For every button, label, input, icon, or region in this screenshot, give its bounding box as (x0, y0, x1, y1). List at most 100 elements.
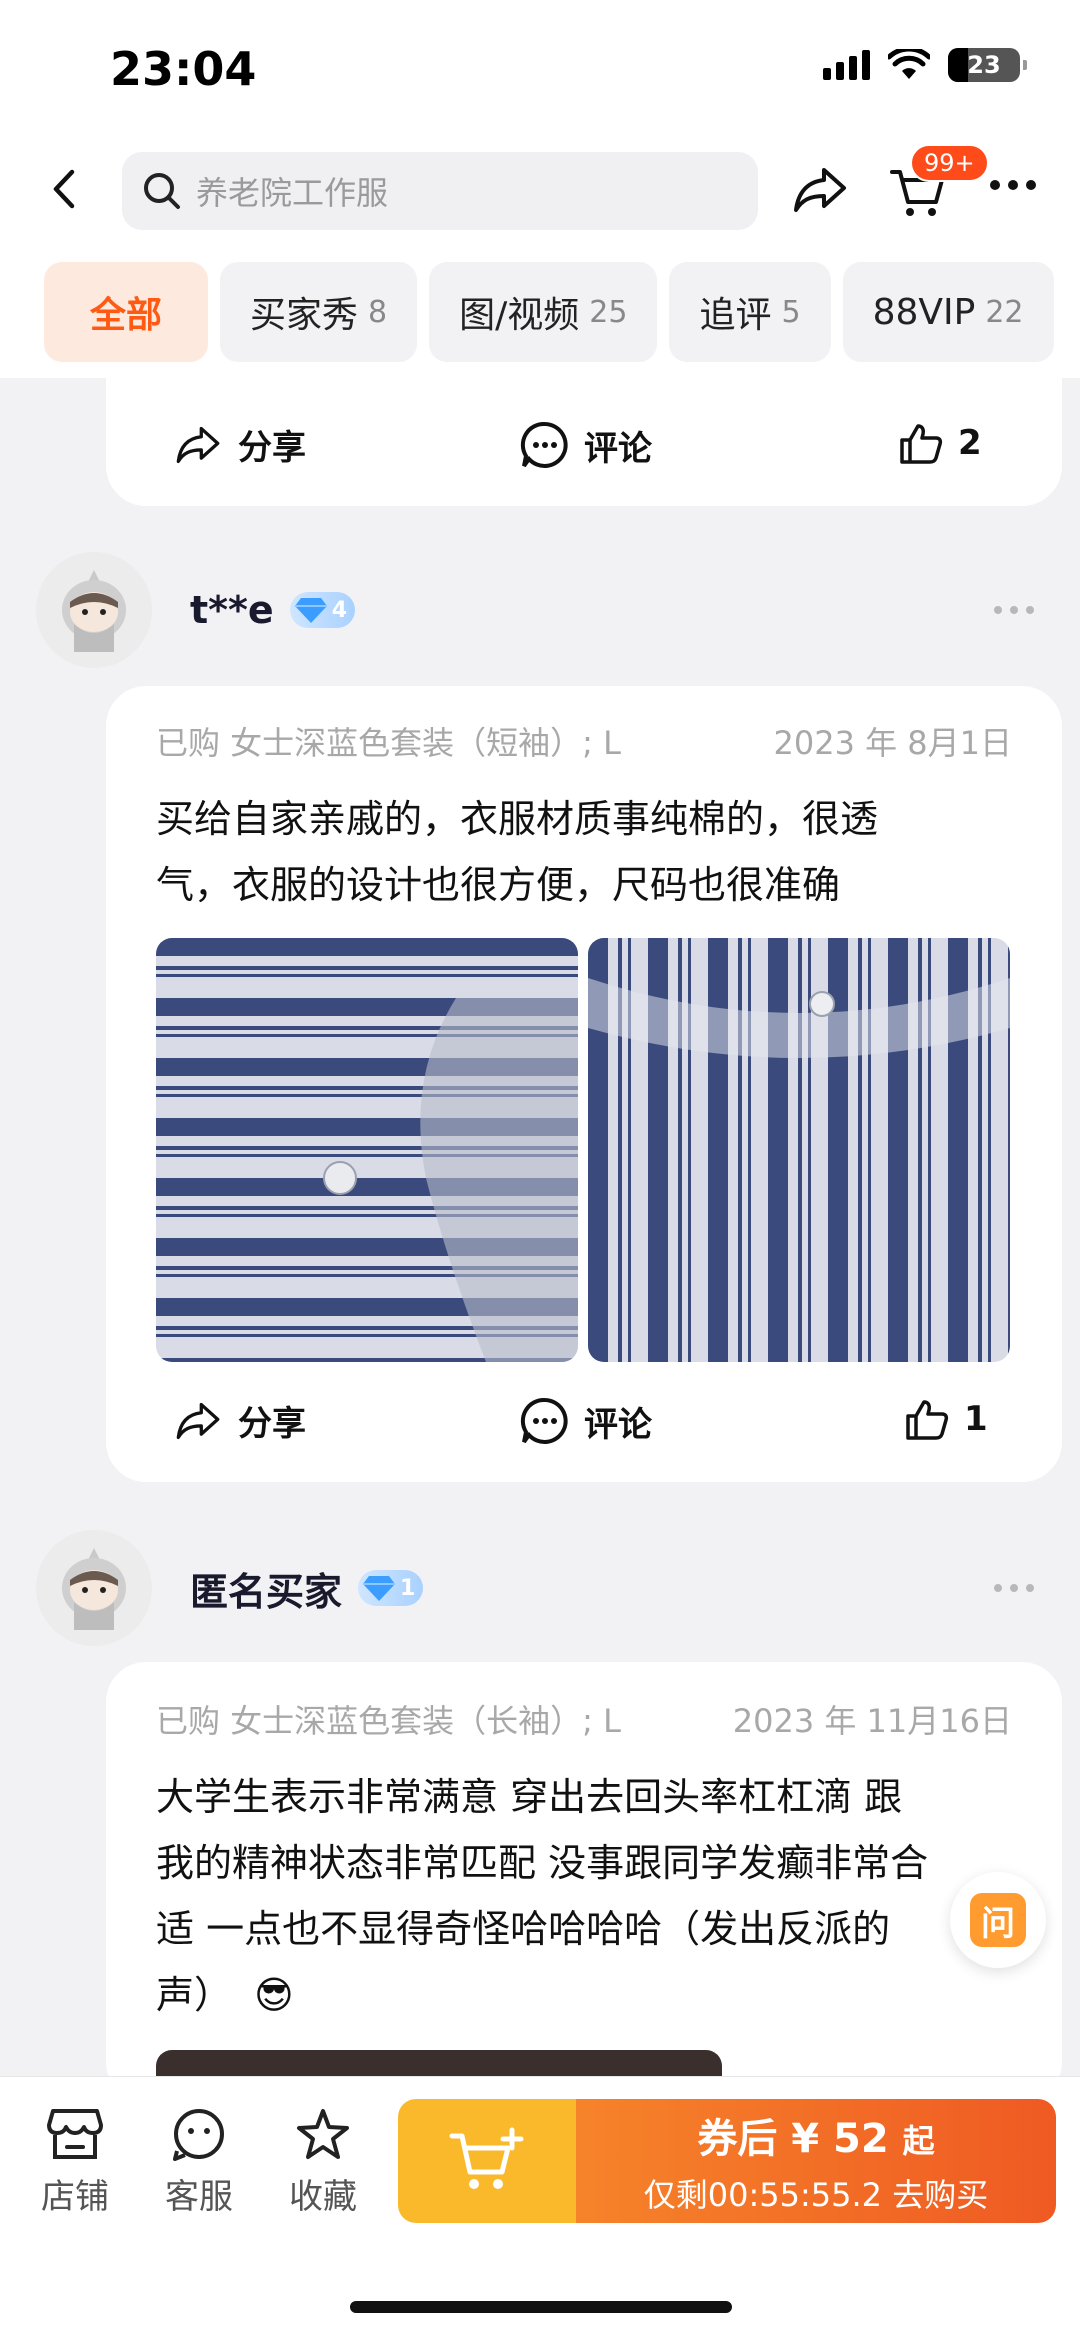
favorite-label: 收藏 (289, 2177, 357, 2217)
status-icons: 23 (823, 48, 1027, 82)
diamond-icon (363, 1576, 396, 1601)
share-button[interactable]: 分享 (172, 1396, 306, 1445)
review-text-line: 声） 😎 (156, 1962, 1012, 2028)
battery-icon: 23 (948, 48, 1027, 82)
review-card: 已购 女士深蓝色套装（短袖）; L 2023 年 8月1日 买给自家亲戚的，衣服… (106, 686, 1062, 1482)
cart-badge: 99+ (910, 144, 989, 182)
share-label: 分享 (238, 428, 306, 468)
comment-label: 评论 (584, 1404, 652, 1445)
search-input[interactable]: 养老院工作服 (122, 152, 758, 230)
star-icon (297, 2109, 349, 2159)
avatar-icon (62, 570, 126, 652)
diamond-icon (294, 598, 327, 623)
thumbs-up-icon (900, 424, 943, 464)
comment-label: 评论 (584, 428, 652, 469)
username[interactable]: t**e (190, 588, 274, 632)
review-text-line: 买给自家亲戚的，衣服材质事纯棉的，很透 (156, 797, 879, 841)
tab-label: 88VIP (872, 291, 976, 333)
back-arrow-icon[interactable] (40, 164, 90, 214)
share-icon (176, 426, 220, 463)
more-icon[interactable] (990, 180, 1036, 190)
share-button[interactable]: 分享 (172, 420, 306, 469)
share-icon[interactable] (790, 162, 850, 218)
store-label: 店铺 (41, 2177, 109, 2217)
price-suffix: 起 (902, 2122, 935, 2160)
tab-count: 8 (368, 294, 388, 330)
review-card: 已购 女士深蓝色套装（长袖）; L 2023 年 11月16日 大学生表示非常满… (106, 1662, 1062, 2110)
like-button[interactable]: 1 (904, 1396, 988, 1442)
service-label: 客服 (165, 2177, 233, 2217)
review-user: t**e 4 (36, 552, 355, 668)
purchased-sku: 已购 女士深蓝色套装（长袖）; L (156, 1702, 621, 1740)
tab-label: 买家秀 (250, 295, 359, 336)
thumbs-up-icon (906, 1400, 949, 1440)
purchased-sku: 已购 女士深蓝色套装（短袖）; L (156, 724, 621, 762)
vip-badge: 1 (358, 1570, 424, 1606)
add-to-cart-button[interactable] (398, 2099, 576, 2223)
more-options-icon[interactable] (994, 1584, 1034, 1592)
tab-media[interactable]: 图/视频 25 (429, 262, 658, 362)
buy-now-button[interactable]: 券后 ¥ 52 起 仅剩00:55:55.2 去购买 (398, 2099, 1056, 2223)
ask-label: 问 (981, 1903, 1015, 1944)
signal-icon (823, 50, 870, 80)
review-text-fragment: 声） (156, 1973, 233, 2017)
sunglasses-emoji: 😎 (254, 1973, 294, 2017)
review-photo[interactable] (588, 938, 1010, 1362)
share-icon (176, 1402, 220, 1439)
buy-price-area[interactable]: 券后 ¥ 52 起 仅剩00:55:55.2 去购买 (576, 2099, 1056, 2223)
review-date: 2023 年 8月1日 (773, 724, 1012, 762)
header: 23:04 23 养老院工作服 99+ 全部 买家秀 8 图/视频 25 追评 … (0, 0, 1080, 378)
search-icon (144, 173, 180, 209)
filter-tabs: 全部 买家秀 8 图/视频 25 追评 5 88VIP 22 (44, 262, 1054, 362)
review-card: 分享 评论 2 (106, 370, 1062, 506)
countdown-text: 仅剩00:55:55.2 去购买 (643, 2176, 989, 2214)
review-date: 2023 年 11月16日 (732, 1702, 1012, 1740)
search-bar: 养老院工作服 99+ (0, 144, 1080, 230)
comment-button[interactable]: 评论 (520, 420, 652, 470)
review-text-line: 气，衣服的设计也很方便，尺码也很准确 (156, 863, 841, 907)
home-indicator (350, 2301, 732, 2313)
store-icon (47, 2109, 103, 2159)
customer-service-button[interactable]: 客服 (154, 2107, 244, 2218)
price-text: 券后 ¥ 52 (697, 2116, 889, 2162)
battery-level: 23 (967, 51, 1001, 79)
tab-label: 全部 (90, 295, 163, 336)
vip-level: 4 (331, 597, 347, 623)
like-count: 2 (958, 423, 982, 463)
review-text[interactable]: 大学生表示非常满意 穿出去回头率杠杠滴 跟 我的精神状态非常匹配 没事跟同学发癫… (156, 1764, 1012, 2028)
review-meta: 已购 女士深蓝色套装（长袖）; L 2023 年 11月16日 (156, 1696, 1012, 1742)
store-button[interactable]: 店铺 (30, 2107, 120, 2218)
vip-badge: 4 (289, 592, 355, 628)
avatar[interactable] (36, 1530, 152, 1646)
ask-icon: 问 (970, 1893, 1026, 1947)
tab-buyer-show[interactable]: 买家秀 8 (220, 262, 418, 362)
review-text-line: 适 一点也不显得奇怪哈哈哈哈（发出反派的 (156, 1907, 891, 1951)
more-options-icon[interactable] (994, 606, 1034, 614)
review-text-line: 我的精神状态非常匹配 没事跟同学发癫非常合 (156, 1841, 929, 1885)
ask-button[interactable]: 问 (950, 1872, 1046, 1968)
search-placeholder: 养老院工作服 (196, 174, 389, 212)
favorite-button[interactable]: 收藏 (278, 2107, 368, 2218)
review-text[interactable]: 买给自家亲戚的，衣服材质事纯棉的，很透 气，衣服的设计也很方便，尺码也很准确 (156, 786, 1012, 918)
username[interactable]: 匿名买家 (190, 1561, 342, 1616)
comment-icon (520, 421, 568, 468)
avatar[interactable] (36, 552, 152, 668)
tab-count: 22 (985, 294, 1024, 330)
tab-label: 图/视频 (459, 295, 580, 336)
tab-88vip[interactable]: 88VIP 22 (842, 262, 1054, 362)
review-photo[interactable] (156, 938, 578, 1362)
tab-all[interactable]: 全部 (44, 262, 209, 362)
share-label: 分享 (238, 1404, 306, 1444)
tab-follow-up[interactable]: 追评 5 (669, 262, 831, 362)
avatar-icon (62, 1548, 126, 1630)
comment-button[interactable]: 评论 (520, 1396, 652, 1446)
wifi-icon (888, 49, 930, 79)
vip-level: 1 (400, 1575, 416, 1601)
coupon-price: 券后 ¥ 52 起 (697, 2106, 934, 2164)
review-text-line: 大学生表示非常满意 穿出去回头率杠杠滴 跟 (156, 1775, 903, 1819)
tab-count: 5 (781, 294, 801, 330)
like-button[interactable]: 2 (898, 420, 982, 466)
tab-label: 追评 (699, 295, 772, 336)
tab-count: 25 (589, 294, 628, 330)
bottom-bar: 店铺 客服 收藏 券后 ¥ 52 起 仅剩00:55:55.2 去购买 (0, 2076, 1080, 2337)
